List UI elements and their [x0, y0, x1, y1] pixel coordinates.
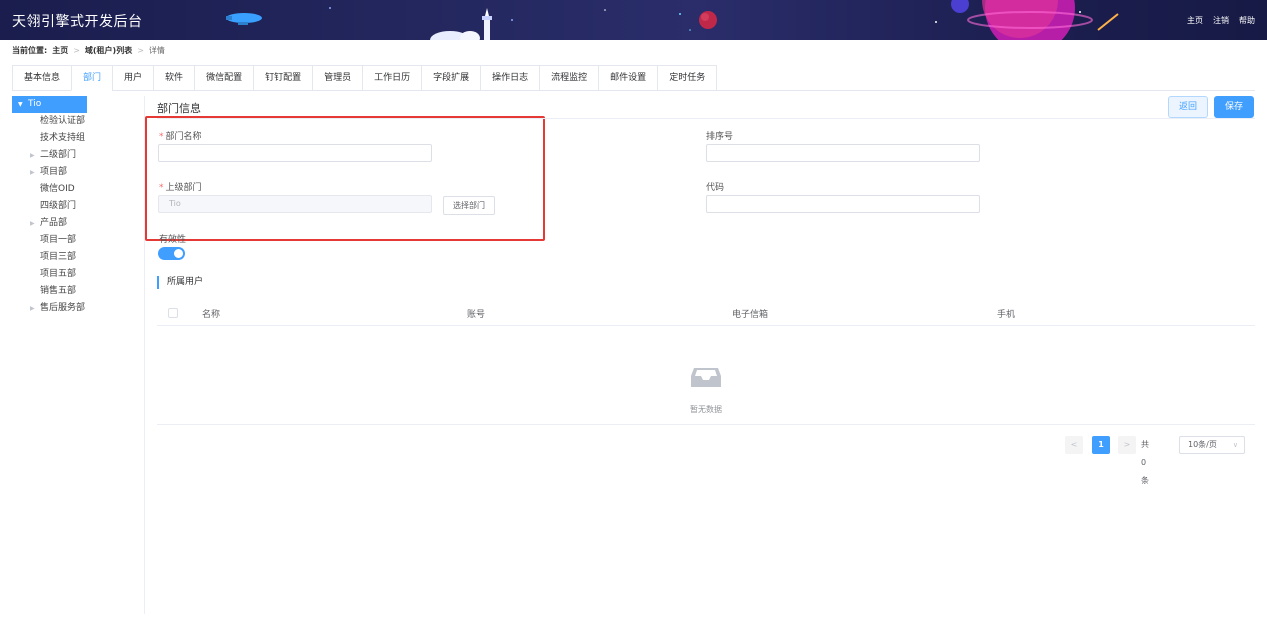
- page-number[interactable]: 1: [1092, 436, 1110, 454]
- prev-page-icon[interactable]: <: [1065, 436, 1083, 454]
- tab-process-monitor[interactable]: 流程监控: [539, 65, 599, 91]
- tab-dingtalk-config[interactable]: 钉钉配置: [253, 65, 313, 91]
- app-title: 天翎引擎式开发后台: [12, 14, 143, 30]
- back-button[interactable]: 返回: [1168, 96, 1208, 118]
- tree-node[interactable]: 项目三部: [12, 249, 144, 266]
- breadcrumb-tenant-list[interactable]: 域(租户)列表: [85, 45, 132, 56]
- divider: [157, 424, 1255, 425]
- tab-department[interactable]: 部门: [71, 65, 113, 91]
- page-size-select[interactable]: 10条/页 ∨: [1179, 436, 1245, 454]
- tab-field-extension[interactable]: 字段扩展: [421, 65, 481, 91]
- tab-admins[interactable]: 管理员: [312, 65, 363, 91]
- required-mark: *: [159, 183, 164, 193]
- logout-link[interactable]: 注销: [1213, 15, 1229, 26]
- column-header-phone: 手机: [997, 310, 1016, 320]
- column-header-email: 电子信箱: [732, 310, 769, 320]
- select-all-checkbox[interactable]: [168, 308, 178, 318]
- select-dept-button[interactable]: 选择部门: [443, 196, 495, 215]
- tree-node[interactable]: 检验认证部: [12, 113, 144, 130]
- caret-right-icon[interactable]: ▶: [30, 147, 40, 164]
- breadcrumb-label: 当前位置:: [12, 46, 48, 55]
- empty-text: 暂无数据: [690, 405, 722, 414]
- column-header-name: 名称: [202, 310, 221, 320]
- header-links: 主页 注销 帮助: [1187, 15, 1255, 26]
- help-link[interactable]: 帮助: [1239, 15, 1255, 26]
- tree-node-label: 二级部门: [40, 150, 77, 160]
- app-header: 天翎引擎式开发后台 主页 注销 帮助: [0, 0, 1267, 40]
- space-illustration: [226, 0, 1119, 40]
- dept-name-label: * 部门名称: [159, 132, 202, 142]
- chevron-down-icon: ∨: [1232, 441, 1238, 449]
- order-label: 排序号: [706, 132, 734, 142]
- tab-operation-log[interactable]: 操作日志: [480, 65, 540, 91]
- validity-switch[interactable]: [158, 247, 185, 260]
- parent-dept-label: * 上级部门: [159, 183, 202, 193]
- order-input[interactable]: [706, 144, 980, 162]
- tree-node[interactable]: ▶ 项目部: [12, 164, 144, 181]
- tree-node[interactable]: ▶ 售后服务部: [12, 300, 144, 317]
- caret-down-icon[interactable]: ▼: [18, 96, 28, 113]
- code-input[interactable]: [706, 195, 980, 213]
- tab-users[interactable]: 用户: [112, 65, 154, 91]
- save-button[interactable]: 保存: [1214, 96, 1254, 118]
- breadcrumb-separator-icon: >: [73, 46, 80, 55]
- tree-node[interactable]: 项目一部: [12, 232, 144, 249]
- tree-node-label: 售后服务部: [40, 303, 86, 313]
- breadcrumb: 当前位置: 主页 > 域(租户)列表 > 详情: [12, 45, 165, 56]
- tree-node[interactable]: 四级部门: [12, 198, 144, 215]
- department-tree: ▼ Tio 检验认证部 技术支持组 ▶ 二级部门 ▶ 项目部 微信OID 四级部门 ▶…: [12, 96, 145, 614]
- tree-node[interactable]: 项目五部: [12, 266, 144, 283]
- highlight-box: [145, 116, 545, 241]
- tree-node[interactable]: ▶ 二级部门: [12, 147, 144, 164]
- caret-right-icon[interactable]: ▶: [30, 164, 40, 181]
- tree-node-label: 产品部: [40, 218, 68, 228]
- required-mark: *: [159, 132, 164, 142]
- caret-right-icon[interactable]: ▶: [30, 215, 40, 232]
- tree-node[interactable]: 销售五部: [12, 283, 144, 300]
- parent-dept-input: Tio: [158, 195, 432, 213]
- tab-mail-settings[interactable]: 邮件设置: [598, 65, 658, 91]
- tree-node-root[interactable]: ▼ Tio: [12, 96, 87, 113]
- divider: [157, 118, 1255, 119]
- tree-node-label: 项目部: [40, 167, 68, 177]
- tab-wechat-config[interactable]: 微信配置: [194, 65, 254, 91]
- users-section-title: 所属用户: [157, 276, 203, 289]
- validity-label: 有效性: [159, 235, 187, 245]
- empty-inbox-icon: [691, 368, 721, 387]
- tree-node-label: Tio: [28, 99, 42, 109]
- section-title: 部门信息: [157, 102, 201, 115]
- users-table-header: 名称 账号 电子信箱 手机: [157, 302, 1255, 326]
- code-label: 代码: [706, 183, 725, 193]
- dept-name-input[interactable]: [158, 144, 432, 162]
- tree-node[interactable]: 微信OID: [12, 181, 144, 198]
- caret-right-icon[interactable]: ▶: [30, 300, 40, 317]
- breadcrumb-current: 详情: [148, 46, 165, 55]
- total-count: 共 0 条: [1141, 440, 1149, 485]
- tab-scheduled-tasks[interactable]: 定时任务: [657, 65, 718, 91]
- breadcrumb-home[interactable]: 主页: [52, 45, 68, 56]
- detail-tabs: 基本信息 部门 用户 软件 微信配置 钉钉配置 管理员 工作日历 字段扩展 操作…: [12, 65, 1255, 91]
- tab-basic-info[interactable]: 基本信息: [12, 65, 72, 91]
- tab-work-calendar[interactable]: 工作日历: [362, 65, 422, 91]
- column-header-account: 账号: [467, 310, 486, 320]
- breadcrumb-separator-icon: >: [137, 46, 144, 55]
- home-link[interactable]: 主页: [1187, 15, 1203, 26]
- tab-software[interactable]: 软件: [153, 65, 195, 91]
- next-page-icon[interactable]: >: [1118, 436, 1136, 454]
- tree-node[interactable]: ▶ 产品部: [12, 215, 144, 232]
- tree-node[interactable]: 技术支持组: [12, 130, 144, 147]
